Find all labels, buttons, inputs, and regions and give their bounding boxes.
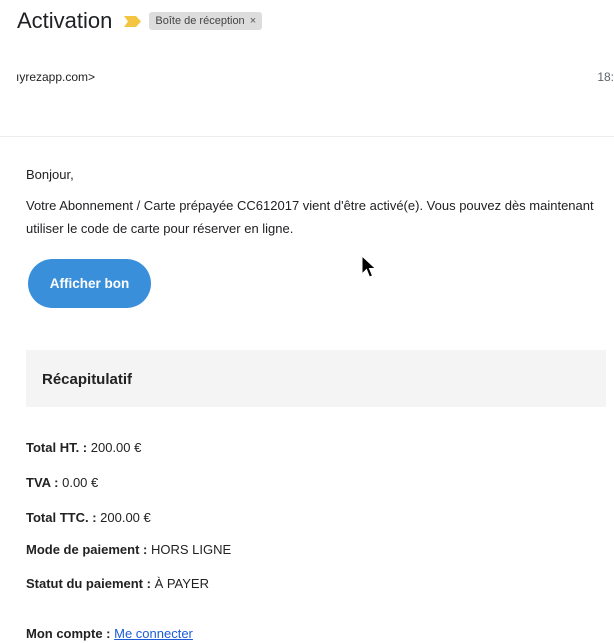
- greeting: Bonjour,: [26, 167, 74, 182]
- total-ht-row: Total HT. : 200.00 €: [26, 440, 141, 455]
- total-ttc-label: Total TTC. :: [26, 510, 97, 525]
- activation-message: Votre Abonnement / Carte prépayée CC6120…: [26, 198, 594, 236]
- payment-status-row: Statut du paiement : À PAYER: [26, 576, 209, 591]
- importance-marker-icon[interactable]: [124, 15, 142, 27]
- email-time: 18:: [597, 70, 614, 84]
- inbox-label-text: Boîte de réception: [155, 15, 245, 27]
- sender-address[interactable]: ıyrezapp.com>: [16, 70, 95, 84]
- payment-status-label: Statut du paiement :: [26, 576, 151, 591]
- tva-label: TVA :: [26, 475, 59, 490]
- email-header: Activation Boîte de réception ×: [17, 8, 263, 34]
- total-ttc-row: Total TTC. : 200.00 €: [26, 510, 151, 525]
- summary-title: Récapitulatif: [42, 371, 133, 388]
- account-label: Mon compte :: [26, 626, 111, 641]
- email-subject: Activation: [17, 8, 113, 33]
- mouse-pointer-icon: [361, 255, 377, 278]
- account-row: Mon compte : Me connecter: [26, 626, 193, 641]
- remove-label-button[interactable]: ×: [250, 15, 256, 27]
- show-voucher-button[interactable]: Afficher bon: [28, 259, 151, 308]
- divider: [0, 136, 614, 137]
- tva-row: TVA : 0.00 €: [26, 475, 98, 490]
- total-ht-label: Total HT. :: [26, 440, 88, 455]
- payment-mode-row: Mode de paiement : HORS LIGNE: [26, 542, 231, 557]
- summary-section: Récapitulatif: [26, 350, 606, 407]
- payment-mode-value: HORS LIGNE: [147, 542, 232, 557]
- total-ttc-value: 200.00 €: [96, 510, 151, 525]
- login-link[interactable]: Me connecter: [114, 626, 193, 641]
- payment-status-value: À PAYER: [150, 576, 209, 591]
- total-ht-value: 200.00 €: [87, 440, 142, 455]
- payment-mode-label: Mode de paiement :: [26, 542, 148, 557]
- tva-value: 0.00 €: [58, 475, 99, 490]
- inbox-label-chip: Boîte de réception ×: [149, 12, 263, 30]
